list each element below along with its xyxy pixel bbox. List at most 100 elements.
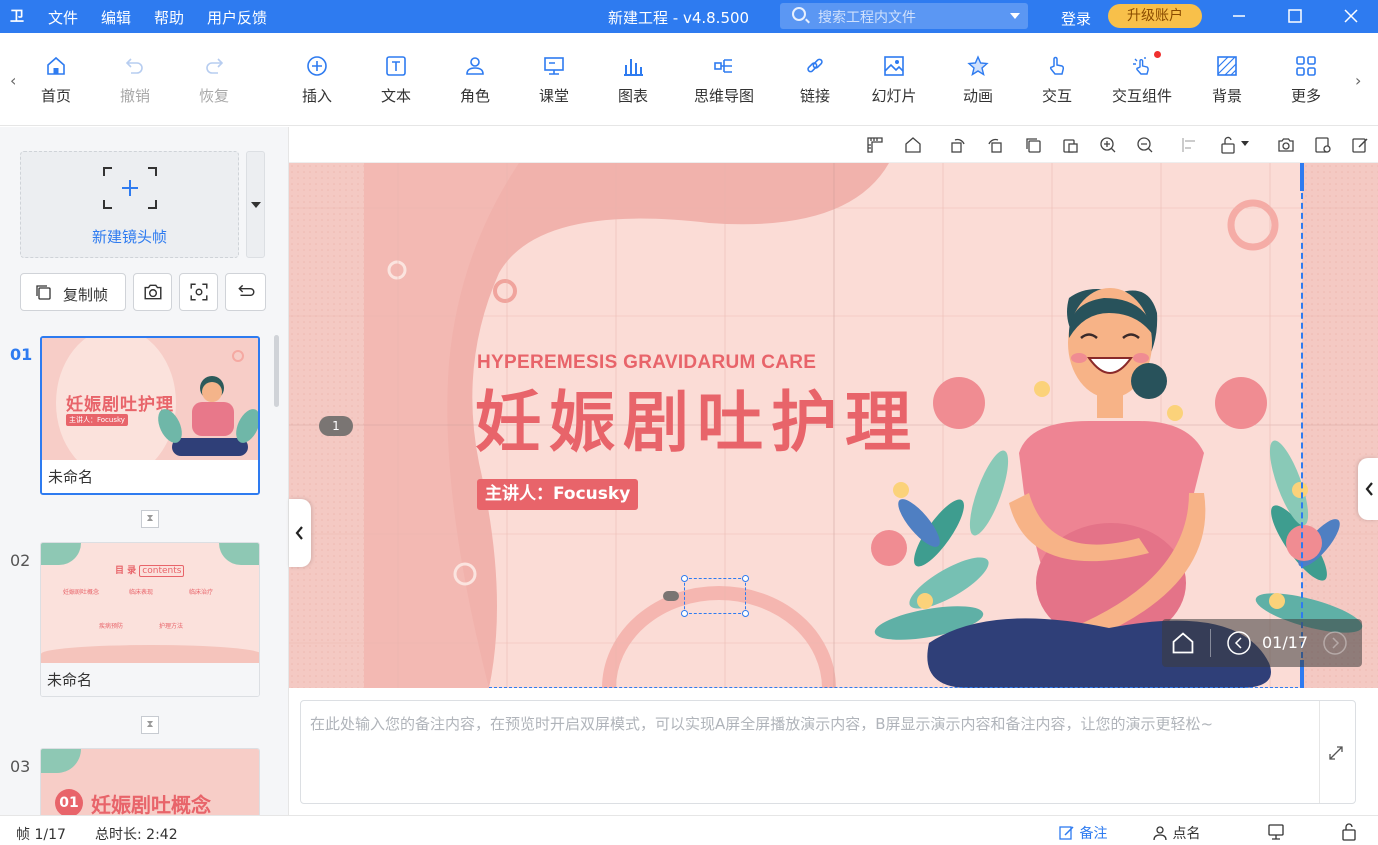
transition-icon[interactable]: ⧗: [141, 716, 159, 734]
transition-icon[interactable]: ⧗: [141, 510, 159, 528]
toolbar-scroll-left[interactable]: ‹: [10, 71, 16, 90]
toolbar-label: 撤销: [119, 87, 150, 105]
collapse-right-panel[interactable]: [1358, 458, 1378, 520]
thumb-toc-item: 疾病预防: [99, 623, 124, 630]
edit-note-icon: [1059, 826, 1074, 840]
chevron-left-icon: [295, 526, 303, 540]
toolbar-more[interactable]: 更多: [1271, 55, 1341, 106]
plus-circle-icon: [307, 56, 327, 76]
expand-icon[interactable]: [1328, 745, 1344, 761]
ruler-icon[interactable]: [866, 136, 884, 154]
home-view-icon[interactable]: [904, 136, 922, 154]
bar-chart-icon: [624, 59, 643, 76]
rollcall-button[interactable]: 点名: [1152, 823, 1200, 843]
slide-name: 未命名: [41, 663, 259, 696]
toolbar-home[interactable]: 首页: [21, 55, 91, 106]
chevron-left-icon: [1365, 482, 1373, 496]
home-icon[interactable]: [1170, 630, 1196, 656]
toolbar-background[interactable]: 背景: [1192, 55, 1262, 106]
slide-thumb-image: 妊娠剧吐护理 主讲人：Focusky: [42, 338, 258, 460]
rotate-right-icon[interactable]: [986, 136, 1004, 154]
next-page-icon[interactable]: [1322, 630, 1348, 656]
copy-icon[interactable]: [1024, 136, 1042, 154]
toolbar-label: 角色: [459, 87, 490, 105]
person-icon: [1153, 826, 1167, 841]
slide-thumb-2[interactable]: 目 录 contents 妊娠剧吐概念 临床表现 临床治疗 疾病预防 护理方法 …: [40, 542, 260, 697]
toolbar-link[interactable]: 链接: [780, 55, 850, 106]
toolbar-interactive-component[interactable]: 交互组件: [1106, 51, 1178, 106]
undo-icon: [125, 58, 143, 74]
mindmap-icon: [714, 59, 732, 73]
panel-scrollbar[interactable]: [274, 335, 279, 407]
toolbar-label: 图表: [617, 87, 648, 105]
thumb-toc-title-en: contents: [139, 565, 185, 577]
settings-doc-icon[interactable]: [1314, 136, 1332, 154]
close-button[interactable]: [1329, 0, 1373, 33]
share-lock-icon[interactable]: [1340, 823, 1358, 841]
zoom-out-icon[interactable]: [1136, 136, 1154, 154]
slide-thumb-image: 01 妊娠剧吐概念: [41, 749, 259, 815]
login-link[interactable]: 登录: [1061, 8, 1091, 29]
rollcall-label: 点名: [1172, 826, 1201, 842]
present-screen-icon[interactable]: [1267, 823, 1285, 841]
menu-edit[interactable]: 编辑: [101, 7, 131, 28]
frame-panel: 新建镜头帧 复制帧 01 妊娠剧吐护理 主讲人：Focusky 未命名 ⧗ 02…: [0, 127, 289, 815]
slide-canvas[interactable]: 1 HYPEREMESIS GRAVIDARUM CARE 妊娠剧吐护理 主讲人…: [289, 163, 1378, 688]
swap-icon: [238, 284, 255, 297]
thumb-toc-title: 目 录: [115, 566, 137, 576]
chevron-down-icon[interactable]: [1010, 13, 1020, 19]
edit-icon[interactable]: [1351, 136, 1369, 154]
more-grid-icon: [1296, 56, 1316, 76]
title-bar: 卫 文件 编辑 帮助 用户反馈 新建工程 - v4.8.500 搜索工程内文件 …: [0, 0, 1378, 33]
new-frame-dropdown[interactable]: [246, 151, 265, 258]
switch-frame-button[interactable]: [225, 273, 266, 311]
snapshot-button[interactable]: [133, 273, 172, 311]
menu-file[interactable]: 文件: [48, 7, 78, 28]
collapse-left-panel[interactable]: [289, 499, 311, 567]
zoom-in-icon[interactable]: [1099, 136, 1117, 154]
maximize-icon: [1288, 9, 1302, 23]
search-input[interactable]: 搜索工程内文件: [780, 3, 1028, 29]
notification-dot: [1154, 51, 1161, 58]
prev-page-icon[interactable]: [1226, 630, 1252, 656]
new-frame-button[interactable]: 新建镜头帧: [20, 151, 239, 258]
toolbar-text[interactable]: 文本: [361, 55, 431, 106]
toolbar-chart[interactable]: 图表: [598, 55, 668, 106]
lock-icon[interactable]: [1219, 136, 1237, 154]
maximize-button[interactable]: [1273, 0, 1317, 33]
chevron-down-icon[interactable]: [1241, 141, 1249, 146]
boundary-handle[interactable]: [1300, 163, 1304, 191]
toolbar-redo[interactable]: 恢复: [179, 55, 249, 106]
toolbar-role[interactable]: 角色: [440, 55, 510, 106]
thumb-toc-item: 护理方法: [159, 623, 184, 630]
thumb-section-number: 01: [55, 789, 83, 815]
toolbar-interact[interactable]: 交互: [1022, 55, 1092, 106]
upgrade-button[interactable]: 升级账户: [1108, 4, 1202, 28]
interactive-component-icon: [1133, 57, 1149, 75]
toolbar-undo[interactable]: 撤销: [100, 55, 170, 106]
frame-marker[interactable]: 1: [319, 416, 353, 436]
capture-frame-button[interactable]: [179, 273, 218, 311]
camera-icon[interactable]: [1277, 136, 1295, 154]
toolbar-mindmap[interactable]: 思维导图: [688, 55, 760, 106]
menu-feedback[interactable]: 用户反馈: [207, 7, 267, 28]
thumb-toc-item: 临床表现: [129, 589, 154, 596]
slide-thumb-1[interactable]: 妊娠剧吐护理 主讲人：Focusky 未命名: [40, 336, 260, 495]
slide-name: 未命名: [42, 460, 258, 493]
toolbar-slides[interactable]: 幻灯片: [859, 55, 929, 106]
align-icon[interactable]: [1181, 136, 1199, 154]
minimize-icon: [1233, 15, 1245, 17]
notes-toggle-button[interactable]: 备注: [1059, 823, 1107, 843]
notes-field[interactable]: 在此处输入您的备注内容，在预览时开启双屏模式，可以实现A屏全屏播放演示内容，B屏…: [300, 700, 1356, 804]
slide-number: 02: [10, 551, 31, 570]
toolbar-animation[interactable]: 动画: [943, 55, 1013, 106]
menu-help[interactable]: 帮助: [154, 7, 184, 28]
slide-thumb-3[interactable]: 01 妊娠剧吐概念: [40, 748, 260, 815]
toolbar-classroom[interactable]: 课堂: [519, 55, 589, 106]
minimize-button[interactable]: [1217, 0, 1261, 33]
toolbar-scroll-right[interactable]: ›: [1355, 71, 1361, 90]
toolbar-insert[interactable]: 插入: [282, 55, 352, 106]
rotate-left-icon[interactable]: [949, 136, 967, 154]
copy-frame-button[interactable]: 复制帧: [20, 273, 126, 311]
paste-icon[interactable]: [1061, 136, 1079, 154]
